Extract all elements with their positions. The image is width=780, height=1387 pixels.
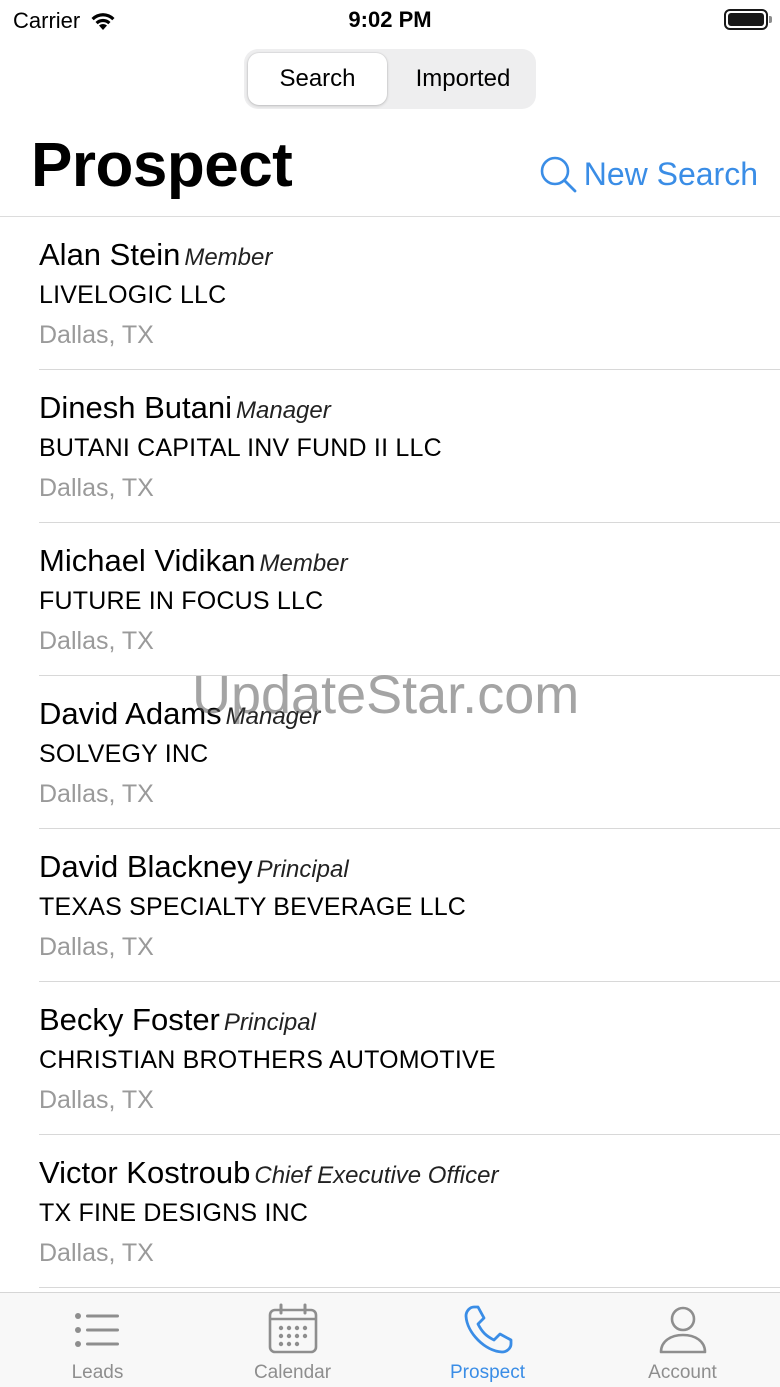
prospect-name-line: David Blackney Principal	[39, 849, 349, 885]
status-time: 9:02 PM	[348, 7, 432, 32]
prospect-location: Dallas, TX	[39, 1239, 154, 1267]
prospect-row[interactable]: Becky Foster Principal CHRISTIAN BROTHERS…	[0, 982, 780, 1135]
prospect-name: David Adams	[39, 696, 222, 731]
new-search-button[interactable]: New Search	[538, 154, 758, 194]
prospect-role: Chief Executive Officer	[254, 1162, 499, 1189]
prospect-company: TEXAS SPECIALTY BEVERAGE LLC	[39, 893, 467, 921]
search-imported-segmented-control: Search Imported	[244, 49, 536, 109]
segment-search[interactable]: Search	[248, 53, 387, 105]
search-icon	[540, 156, 577, 193]
prospect-company: TX FINE DESIGNS INC	[39, 1199, 309, 1227]
prospect-row[interactable]: David Blackney Principal TEXAS SPECIALTY …	[0, 829, 780, 982]
tab-calendar-label: Calendar	[253, 1362, 332, 1383]
prospect-company: CHRISTIAN BROTHERS AUTOMOTIVE	[39, 1046, 496, 1074]
prospect-row[interactable]: Victor Kostroub Chief Executive Officer T…	[0, 1135, 780, 1288]
prospect-location: Dallas, TX	[39, 1086, 154, 1114]
prospect-row[interactable]: Dinesh Butani Manager BUTANI CAPITAL INV …	[0, 370, 780, 523]
prospect-name: David Blackney	[39, 849, 253, 884]
tab-leads-label: Leads	[71, 1362, 124, 1383]
prospect-company: FUTURE IN FOCUS LLC	[39, 587, 324, 615]
tab-bar: Leads Calendar Prospect Account	[0, 1292, 780, 1387]
phone-icon	[464, 1305, 512, 1354]
prospect-company: SOLVEGY INC	[39, 740, 209, 768]
new-search-label: New Search	[583, 155, 758, 192]
prospect-name: Becky Foster	[39, 1002, 220, 1037]
segment-imported[interactable]: Imported	[394, 53, 532, 105]
tab-prospect[interactable]: Prospect	[390, 1293, 585, 1387]
tab-account-label: Account	[648, 1362, 717, 1383]
tab-prospect-label: Prospect	[450, 1362, 525, 1383]
prospect-name-line: Dinesh Butani Manager	[39, 390, 331, 426]
prospect-location: Dallas, TX	[39, 780, 154, 808]
prospect-name: Dinesh Butani	[39, 390, 233, 425]
tab-calendar[interactable]: Calendar	[195, 1293, 390, 1387]
prospect-list: Alan Stein Member LIVELOGIC LLC Dallas, T…	[0, 217, 780, 1288]
prospect-role: Manager	[225, 703, 321, 730]
prospect-role: Member	[184, 244, 273, 271]
prospect-name-line: Alan Stein Member	[39, 237, 272, 273]
prospect-row[interactable]: David Adams Manager SOLVEGY INC Dallas, T…	[0, 676, 780, 829]
calendar-icon	[268, 1303, 317, 1354]
prospect-name-line: Becky Foster Principal	[39, 1002, 316, 1038]
prospect-role: Principal	[223, 1009, 316, 1036]
status-bar: Carrier 9:02 PM	[0, 0, 780, 40]
prospect-location: Dallas, TX	[39, 474, 154, 502]
prospect-location: Dallas, TX	[39, 627, 154, 655]
row-divider	[39, 1287, 780, 1288]
prospect-role: Member	[259, 550, 348, 577]
prospect-location: Dallas, TX	[39, 933, 154, 961]
prospect-row[interactable]: Alan Stein Member LIVELOGIC LLC Dallas, T…	[0, 217, 780, 370]
list-icon	[74, 1313, 119, 1347]
prospect-name-line: Michael Vidikan Member	[39, 543, 348, 579]
person-icon	[659, 1306, 706, 1354]
prospect-name: Alan Stein	[39, 237, 181, 272]
prospect-name-line: Victor Kostroub Chief Executive Officer	[39, 1155, 498, 1191]
battery-icon	[724, 9, 772, 30]
prospect-row[interactable]: Michael Vidikan Member FUTURE IN FOCUS LL…	[0, 523, 780, 676]
prospect-location: Dallas, TX	[39, 321, 154, 349]
prospect-name: Victor Kostroub	[39, 1155, 251, 1190]
prospect-role: Manager	[236, 397, 331, 424]
prospect-name-line: David Adams Manager	[39, 696, 320, 732]
tab-leads[interactable]: Leads	[0, 1293, 195, 1387]
prospect-company: BUTANI CAPITAL INV FUND II LLC	[39, 434, 442, 462]
page-title: Prospect	[31, 131, 293, 200]
prospect-name: Michael Vidikan	[39, 543, 256, 578]
tab-account[interactable]: Account	[585, 1293, 780, 1387]
prospect-company: LIVELOGIC LLC	[39, 281, 227, 309]
prospect-role: Principal	[256, 856, 349, 883]
